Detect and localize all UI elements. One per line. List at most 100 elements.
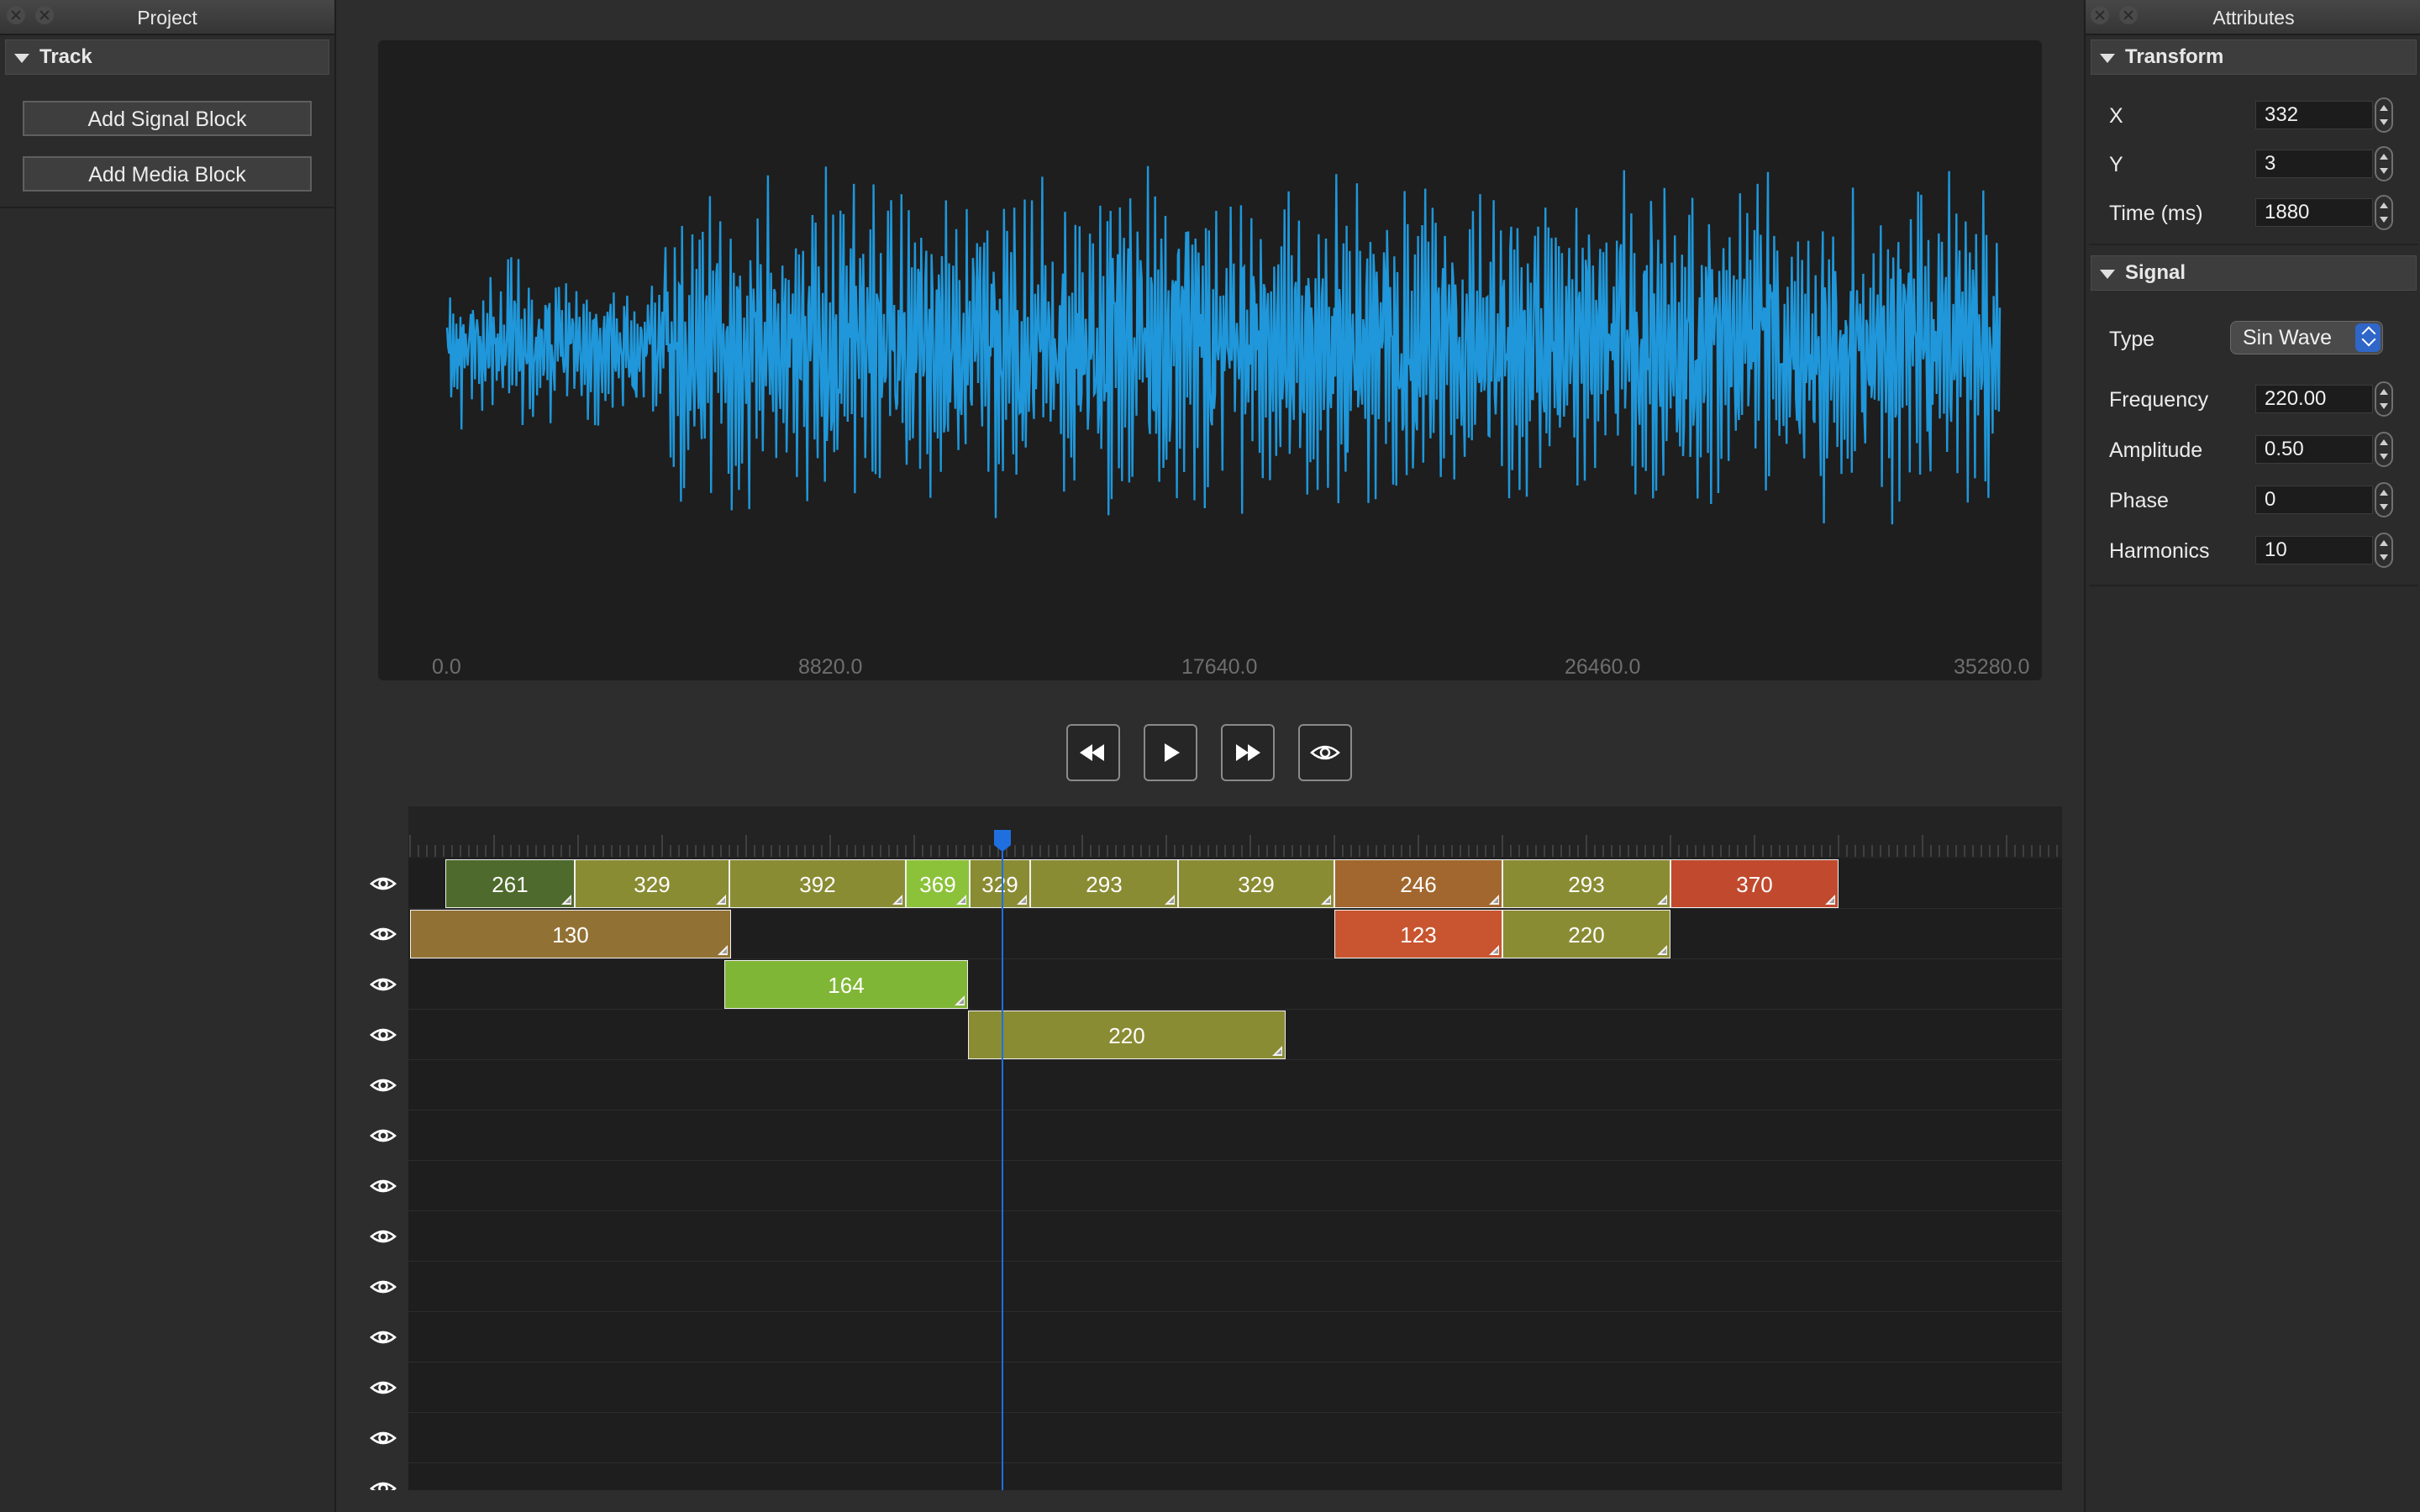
- resize-handle-icon[interactable]: [1489, 945, 1499, 955]
- signal-block[interactable]: 329: [970, 859, 1030, 908]
- eye-icon[interactable]: [368, 969, 398, 1000]
- signal-block[interactable]: 369: [906, 859, 970, 908]
- eye-icon[interactable]: [368, 1020, 398, 1050]
- eye-icon[interactable]: [368, 1272, 398, 1302]
- time-stepper[interactable]: [2375, 195, 2393, 230]
- resize-handle-icon[interactable]: [1272, 1046, 1282, 1056]
- signal-block-label: 130: [552, 922, 589, 948]
- eye-icon[interactable]: [368, 1171, 398, 1201]
- signal-block-label: 293: [1086, 872, 1123, 897]
- y-field[interactable]: 3: [2255, 150, 2373, 178]
- eye-icon[interactable]: [368, 869, 398, 899]
- track-row[interactable]: [408, 1362, 2062, 1413]
- minimize-icon[interactable]: [2119, 6, 2138, 24]
- track-row[interactable]: [408, 1413, 2062, 1463]
- section-divider: [2089, 244, 2418, 245]
- phase-stepper[interactable]: [2375, 482, 2393, 517]
- signal-block[interactable]: 329: [1178, 859, 1334, 908]
- resize-handle-icon[interactable]: [561, 895, 571, 905]
- track-row[interactable]: [408, 1110, 2062, 1161]
- type-label: Type: [2109, 328, 2155, 351]
- resize-handle-icon[interactable]: [956, 895, 966, 905]
- resize-handle-icon[interactable]: [1017, 895, 1027, 905]
- track-row[interactable]: [408, 1262, 2062, 1312]
- amplitude-stepper[interactable]: [2375, 432, 2393, 467]
- resize-handle-icon[interactable]: [1825, 895, 1835, 905]
- eye-icon[interactable]: [368, 1121, 398, 1151]
- track-row[interactable]: [408, 1211, 2062, 1262]
- resize-handle-icon[interactable]: [1489, 895, 1499, 905]
- x-label: X: [2109, 104, 2123, 128]
- play-button[interactable]: [1144, 724, 1197, 781]
- time-field[interactable]: 1880: [2255, 198, 2373, 227]
- signal-block[interactable]: 164: [724, 960, 968, 1009]
- signal-block[interactable]: 370: [1670, 859, 1839, 908]
- amplitude-field[interactable]: 0.50: [2255, 435, 2373, 464]
- harmonics-stepper[interactable]: [2375, 533, 2393, 568]
- eye-icon[interactable]: [368, 1473, 398, 1490]
- attributes-panel-title-text: Attributes: [2212, 7, 2295, 29]
- track-row[interactable]: [408, 959, 2062, 1010]
- signal-block[interactable]: 392: [729, 859, 906, 908]
- transform-section-header[interactable]: Transform: [2091, 39, 2417, 75]
- waveform-view[interactable]: 0.0 8820.0 17640.0 26460.0 35280.0: [378, 40, 2042, 680]
- eye-icon[interactable]: [368, 1373, 398, 1403]
- waveform-plot: [445, 165, 2002, 525]
- disclosure-triangle-icon: [14, 54, 29, 63]
- y-stepper[interactable]: [2375, 146, 2393, 181]
- track-row[interactable]: [408, 1161, 2062, 1211]
- minimize-icon[interactable]: [35, 6, 54, 24]
- close-icon[interactable]: [7, 6, 25, 24]
- resize-handle-icon[interactable]: [716, 895, 726, 905]
- frequency-stepper[interactable]: [2375, 381, 2393, 417]
- x-field[interactable]: 332: [2255, 101, 2373, 129]
- signal-block[interactable]: 261: [445, 859, 575, 908]
- track-row[interactable]: [408, 1463, 2062, 1490]
- signal-block[interactable]: 293: [1030, 859, 1178, 908]
- add-signal-block-button[interactable]: Add Signal Block: [23, 101, 312, 136]
- eye-icon[interactable]: [368, 1423, 398, 1453]
- track-row[interactable]: [408, 1060, 2062, 1110]
- rewind-button[interactable]: [1066, 724, 1120, 781]
- visibility-toggle-button[interactable]: [1298, 724, 1352, 781]
- eye-icon[interactable]: [368, 1070, 398, 1100]
- signal-block-label: 329: [634, 872, 671, 897]
- track-row[interactable]: [408, 1312, 2062, 1362]
- signal-block[interactable]: 246: [1334, 859, 1502, 908]
- close-icon[interactable]: [2091, 6, 2109, 24]
- transform-section-label: Transform: [2125, 45, 2224, 68]
- x-tick-label: 35280.0: [1954, 655, 2030, 679]
- add-media-block-button[interactable]: Add Media Block: [23, 156, 312, 192]
- signal-block-label: 246: [1400, 872, 1437, 897]
- resize-handle-icon[interactable]: [1165, 895, 1175, 905]
- signal-block[interactable]: 220: [968, 1011, 1286, 1059]
- eye-icon[interactable]: [368, 919, 398, 949]
- type-select[interactable]: Sin Wave: [2230, 321, 2383, 354]
- signal-block-label: 220: [1568, 922, 1605, 948]
- phase-field[interactable]: 0: [2255, 486, 2373, 514]
- frequency-field[interactable]: 220.00: [2255, 385, 2373, 413]
- resize-handle-icon[interactable]: [892, 895, 902, 905]
- signal-block[interactable]: 130: [410, 910, 731, 958]
- disclosure-triangle-icon: [2100, 270, 2115, 279]
- harmonics-field[interactable]: 10: [2255, 536, 2373, 564]
- playhead-handle[interactable]: [992, 828, 1013, 853]
- resize-handle-icon[interactable]: [1321, 895, 1331, 905]
- resize-handle-icon[interactable]: [1657, 895, 1667, 905]
- timeline-ruler[interactable]: [358, 806, 2062, 858]
- signal-block[interactable]: 220: [1502, 910, 1670, 958]
- eye-icon[interactable]: [368, 1221, 398, 1252]
- track-section-header[interactable]: Track: [5, 39, 329, 75]
- resize-handle-icon[interactable]: [718, 945, 728, 955]
- x-stepper[interactable]: [2375, 97, 2393, 133]
- eye-icon[interactable]: [368, 1322, 398, 1352]
- timeline[interactable]: 261 329 392 369 329 293 329 246 293 370 130 123 220 1…: [358, 806, 2062, 1490]
- frequency-label: Frequency: [2109, 388, 2209, 412]
- signal-block[interactable]: 293: [1502, 859, 1670, 908]
- fast-forward-button[interactable]: [1221, 724, 1275, 781]
- signal-section-header[interactable]: Signal: [2091, 255, 2417, 291]
- resize-handle-icon[interactable]: [1657, 945, 1667, 955]
- signal-block[interactable]: 329: [575, 859, 729, 908]
- signal-block[interactable]: 123: [1334, 910, 1502, 958]
- resize-handle-icon[interactable]: [955, 995, 965, 1005]
